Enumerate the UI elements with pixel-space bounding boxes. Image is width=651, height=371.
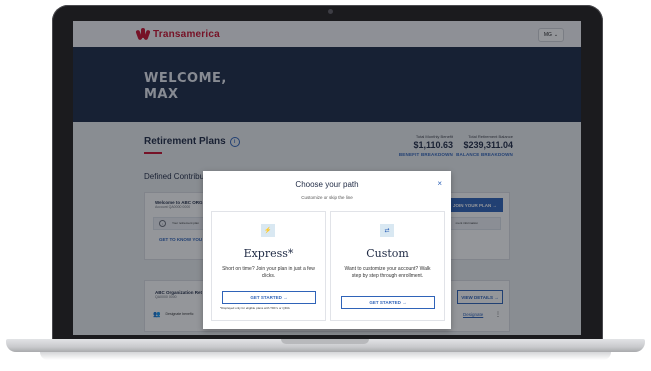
laptop-base-notch bbox=[281, 339, 369, 344]
custom-option-card[interactable]: ⇄ Custom Want to customize your account?… bbox=[330, 211, 445, 321]
dialog-subtitle: Customize or skip the line bbox=[301, 195, 353, 200]
laptop-shadow bbox=[40, 352, 611, 360]
express-get-started-button[interactable]: GET STARTED → bbox=[222, 291, 316, 304]
shuffle-icon: ⇄ bbox=[380, 224, 394, 237]
screen: Transamerica MG ⌄ WELCOME, MAX Retiremen… bbox=[73, 21, 581, 335]
custom-description: Want to customize your account? Walk ste… bbox=[344, 266, 431, 279]
lightning-icon: ⚡ bbox=[261, 224, 275, 237]
express-description: Short on time? Join your plan in just a … bbox=[222, 266, 315, 279]
choose-path-dialog: Choose your path Customize or skip the l… bbox=[203, 171, 451, 329]
express-title: Express* bbox=[243, 247, 294, 260]
express-option-card[interactable]: ⚡ Express* Short on time? Join your plan… bbox=[211, 211, 326, 321]
close-icon[interactable]: × bbox=[437, 179, 442, 188]
webcam-icon bbox=[328, 9, 333, 14]
custom-title: Custom bbox=[366, 247, 409, 260]
dialog-title: Choose your path bbox=[295, 180, 359, 189]
express-footnote: *Displayed only for eligible plans with … bbox=[220, 306, 290, 310]
custom-get-started-button[interactable]: GET STARTED → bbox=[341, 296, 435, 309]
